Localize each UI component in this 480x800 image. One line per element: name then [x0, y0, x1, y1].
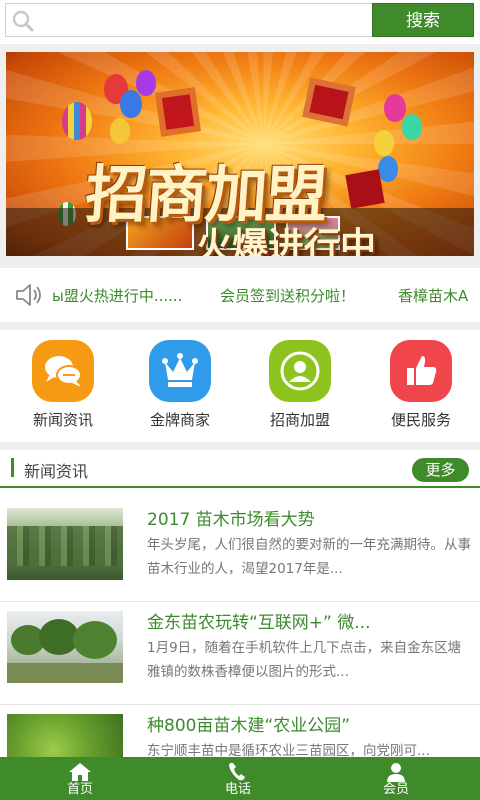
quicknav-icon-bg — [390, 340, 452, 402]
user-circle-icon — [280, 351, 320, 391]
announcement-marquee: ы盟火热进行中...... 会员签到送积分啦！ 香樟苗木A — [0, 268, 480, 322]
quicknav-icon-bg — [269, 340, 331, 402]
marquee-item[interactable]: ы盟火热进行中...... — [52, 285, 182, 306]
bottom-nav-home[interactable]: 首页 — [30, 757, 130, 800]
news-header: 新闻资讯 更多 — [0, 450, 480, 488]
quicknav-icon-bg — [149, 340, 211, 402]
quicknav-item-services[interactable]: 便民服务 — [371, 340, 471, 430]
quicknav-item-merchants[interactable]: 金牌商家 — [130, 340, 230, 430]
news-section: 新闻资讯 更多 2017 苗木市场看大势 年头岁尾，人们很自然的要对新的一年充满… — [0, 450, 480, 762]
bottom-nav: 首页 电话 会员 — [0, 757, 480, 800]
promo-banner[interactable]: 招商加盟 火爆进行中 — [6, 52, 474, 256]
balloon-decoration — [120, 90, 142, 118]
quicknav-label: 新闻资讯 — [32, 411, 93, 429]
chat-bubbles-icon — [45, 356, 82, 387]
more-button[interactable]: 更多 — [412, 458, 469, 482]
balloon-decoration — [110, 118, 130, 144]
bottom-nav-phone[interactable]: 电话 — [188, 757, 288, 800]
home-icon — [69, 763, 91, 781]
news-item[interactable]: 2017 苗木市场看大势 年头岁尾，人们很自然的要对新的一年充满期待。从事苗木行… — [0, 500, 480, 602]
bottom-nav-label: 会员 — [382, 782, 409, 797]
bottom-nav-member[interactable]: 会员 — [346, 757, 446, 800]
crown-icon — [162, 353, 198, 387]
bottom-nav-label: 首页 — [66, 782, 93, 797]
quicknav-label: 便民服务 — [390, 411, 451, 429]
news-item[interactable]: 种800亩苗木建“农业公园” 东宁顺丰苗中是循环农业三苗园区，向党刚可... — [0, 706, 480, 762]
search-input[interactable] — [40, 6, 370, 34]
section-marker — [11, 458, 14, 477]
news-description: 1月9日，随着在手机软件上几下点击，来自金东区塘雅镇的数株香樟便以图片的形式..… — [147, 640, 462, 680]
search-icon — [12, 10, 34, 32]
banner-subtitle: 火爆进行中 — [196, 225, 377, 256]
news-header-title: 新闻资讯 — [24, 462, 89, 481]
member-icon — [387, 763, 405, 782]
quicknav-item-news[interactable]: 新闻资讯 — [13, 340, 113, 430]
balloon-decoration — [62, 102, 92, 140]
news-thumbnail — [7, 611, 123, 683]
balloon-decoration — [374, 130, 394, 156]
ground-decoration — [7, 663, 123, 683]
speaker-icon — [16, 284, 41, 306]
marquee-item[interactable]: 香樟苗木A — [398, 285, 468, 306]
bottom-nav-label: 电话 — [224, 782, 251, 797]
phone-icon — [229, 763, 245, 781]
gift-box-decoration — [155, 87, 201, 137]
gift-box-decoration — [345, 169, 385, 209]
balloon-decoration — [378, 156, 398, 182]
news-thumbnail — [7, 508, 123, 580]
tree-canopy-decoration — [73, 621, 117, 659]
search-button[interactable]: 搜索 — [372, 3, 474, 37]
quicknav-icon-bg — [32, 340, 94, 402]
thumbs-up-icon — [407, 356, 437, 385]
marquee-item[interactable]: 会员签到送积分啦！ — [220, 285, 355, 306]
news-title: 金东苗农玩转“互联网+” 微... — [147, 613, 371, 633]
search-bar: 搜索 — [0, 0, 480, 44]
balloon-decoration — [402, 114, 422, 140]
quicknav-label: 金牌商家 — [149, 411, 210, 429]
news-thumbnail — [7, 714, 123, 762]
balloon-decoration — [384, 94, 406, 122]
news-title: 种800亩苗木建“农业公园” — [147, 716, 351, 736]
news-title: 2017 苗木市场看大势 — [147, 510, 315, 530]
quick-nav: 新闻资讯 金牌商家 招商加盟 便民服务 — [0, 330, 480, 442]
tree-row-decoration — [7, 526, 123, 566]
news-item[interactable]: 金东苗农玩转“互联网+” 微... 1月9日，随着在手机软件上几下点击，来自金东… — [0, 603, 480, 705]
quicknav-label: 招商加盟 — [269, 411, 330, 429]
quicknav-item-franchise[interactable]: 招商加盟 — [250, 340, 350, 430]
search-box[interactable] — [5, 3, 373, 37]
news-description: 年头岁尾，人们很自然的要对新的一年充满期待。从事苗木行业的人，渴望2017年是.… — [147, 537, 471, 577]
balloon-decoration — [136, 70, 156, 96]
